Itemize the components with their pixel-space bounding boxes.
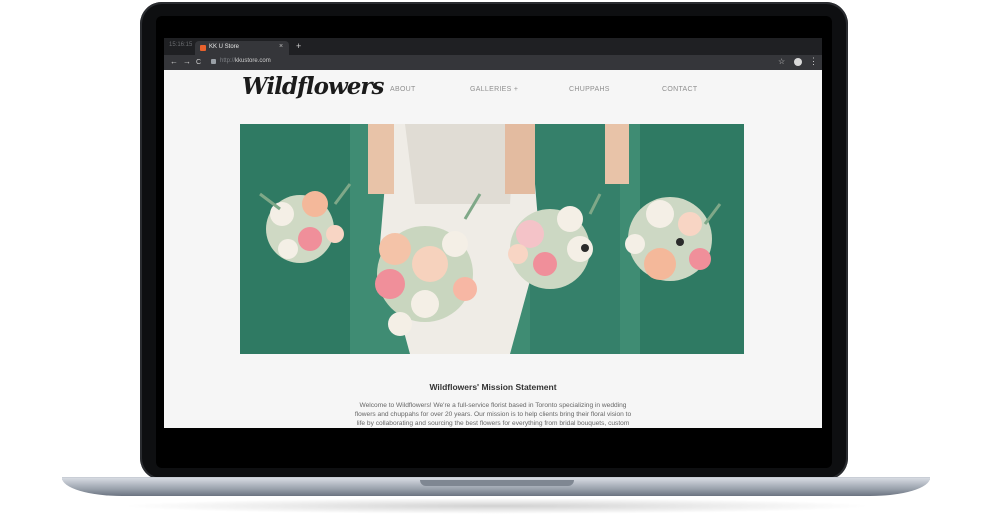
hero-image — [240, 124, 744, 354]
lock-icon — [211, 59, 216, 64]
bookmark-star-icon[interactable]: ☆ — [778, 57, 785, 66]
tab-bar: 15:16:15 KK U Store × + — [164, 38, 822, 55]
laptop-frame: 15:16:15 KK U Store × + ← → C http://kku… — [0, 0, 994, 528]
new-tab-button[interactable]: + — [296, 41, 301, 51]
laptop-notch — [420, 480, 574, 486]
reload-icon[interactable]: C — [196, 58, 201, 68]
mission-text-line: life by collaborating and sourcing the b… — [356, 420, 630, 427]
back-icon[interactable]: ← — [170, 57, 178, 67]
browser-toolbar: ← → C http://kkustore.com ☆ ⋮ — [164, 55, 822, 70]
site-logo[interactable]: Wildflowers — [242, 73, 384, 100]
address-bar[interactable]: http://kkustore.com — [220, 58, 271, 64]
nav-galleries[interactable]: GALLERIES + — [470, 86, 518, 93]
browser-window: 15:16:15 KK U Store × + ← → C http://kku… — [164, 38, 822, 428]
bridesmaids-bouquets-photo — [240, 124, 744, 354]
favicon-icon — [200, 45, 206, 51]
website-page: Wildflowers ABOUT GALLERIES + CHUPPAHS C… — [164, 70, 822, 428]
nav-about[interactable]: ABOUT — [390, 86, 416, 93]
menu-icon[interactable]: ⋮ — [809, 56, 818, 67]
nav-contact[interactable]: CONTACT — [662, 86, 697, 93]
nav-chuppahs[interactable]: CHUPPAHS — [569, 86, 610, 93]
forward-icon[interactable]: → — [183, 57, 191, 67]
url-scheme: http:// — [220, 58, 236, 64]
close-tab-icon[interactable]: × — [279, 43, 283, 50]
mission-text-line: Welcome to Wildflowers! We're a full-ser… — [359, 402, 627, 409]
mission-title: Wildflowers' Mission Statement — [429, 382, 557, 392]
mission-text-line: flowers and chuppahs for over 20 years. … — [354, 411, 632, 418]
clock-text: 15:16:15 — [169, 42, 193, 48]
browser-tab[interactable]: KK U Store × — [195, 41, 289, 55]
laptop-shadow — [120, 498, 874, 514]
url-host: kkustore.com — [235, 58, 271, 64]
tab-title: KK U Store — [209, 44, 240, 50]
profile-avatar[interactable] — [794, 58, 802, 66]
